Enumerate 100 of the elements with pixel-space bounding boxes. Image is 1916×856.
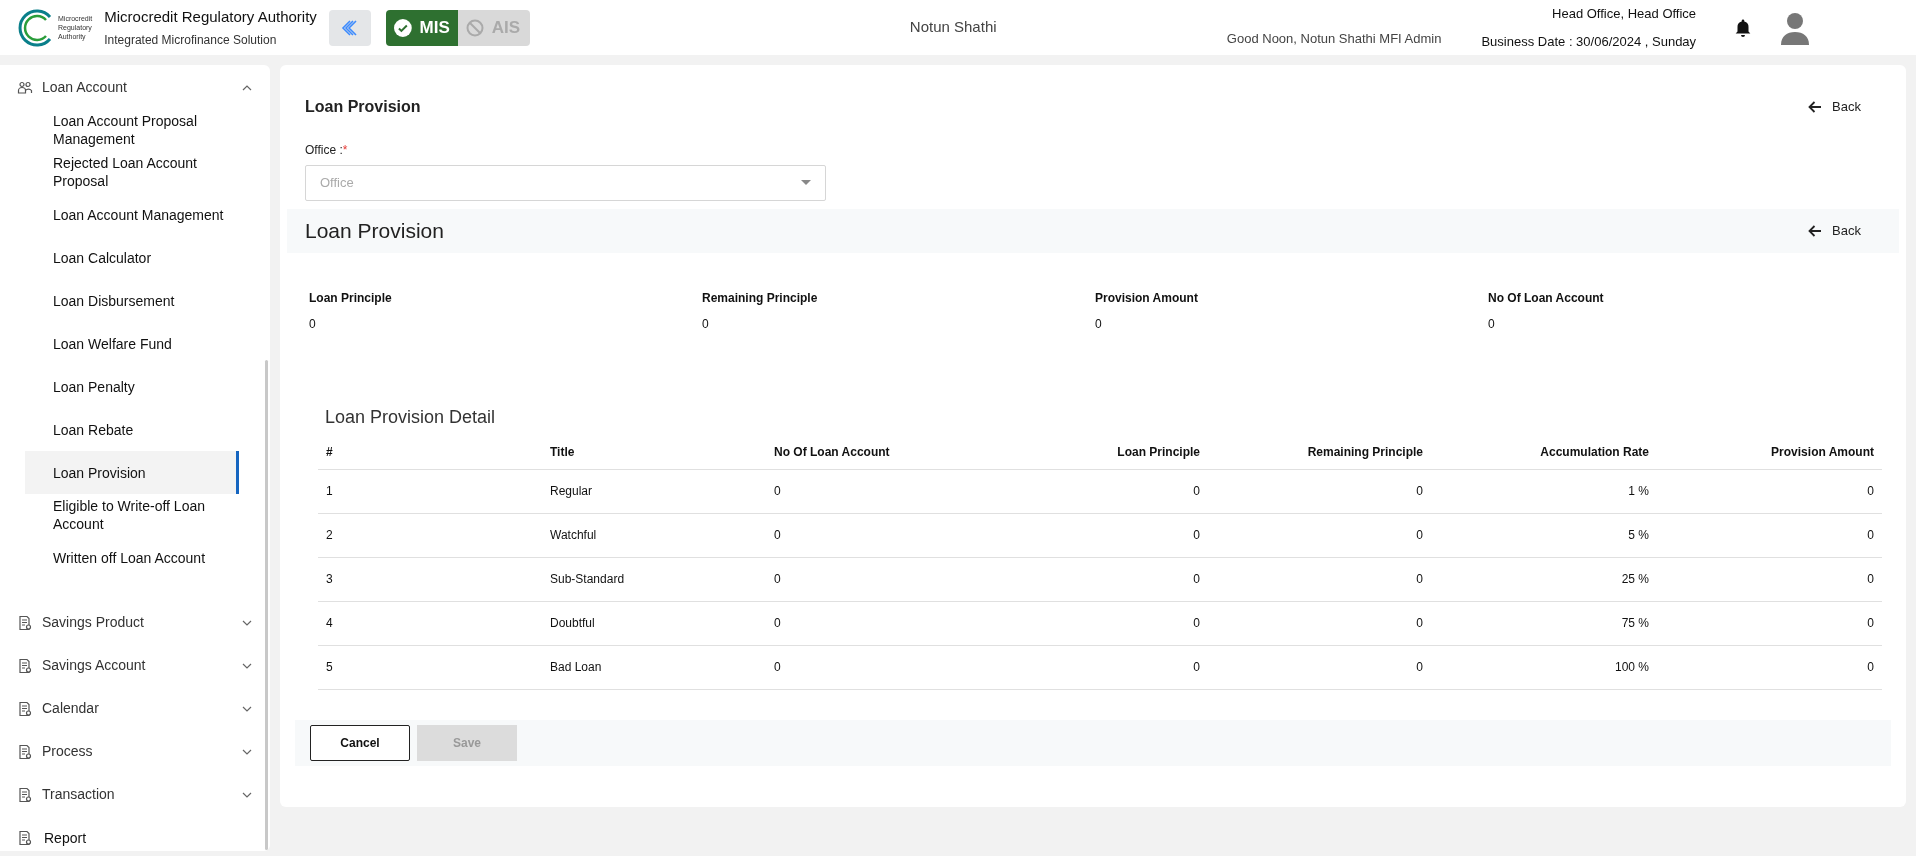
table-cell: 0 (1208, 557, 1431, 601)
table-cell: 100 % (1431, 645, 1657, 689)
table-cell: 0 (766, 469, 990, 513)
table-cell: 0 (766, 513, 990, 557)
column-header: # (318, 435, 542, 469)
company-name: Notun Shathi (909, 17, 998, 38)
sidebar-group[interactable]: Loan Account (0, 66, 270, 109)
column-header: Remaining Principle (1208, 435, 1431, 469)
collapse-sidebar-button[interactable] (328, 9, 371, 46)
check-circle-icon (393, 18, 412, 37)
summary-value: 0 (309, 316, 317, 333)
column-header: Provision Amount (1657, 435, 1882, 469)
page-title: Loan Provision (305, 97, 421, 117)
sidebar-item[interactable]: Loan Account Management (25, 193, 239, 236)
column-header: No Of Loan Account (766, 435, 990, 469)
summary-value: 0 (1095, 316, 1103, 333)
column-header: Loan Principle (990, 435, 1208, 469)
business-date: Business Date : 30/06/2024 , Sunday (1481, 32, 1697, 51)
table-cell: 3 (318, 557, 542, 601)
sidebar-item[interactable]: Rejected Loan Account Proposal (25, 151, 239, 193)
summary-label: Remaining Principle (702, 290, 819, 307)
prohibited-icon (465, 18, 484, 37)
module-tab[interactable]: MIS (385, 9, 458, 46)
sidebar-label: Savings Account (42, 656, 147, 675)
back-button[interactable]: Back (1807, 221, 1861, 241)
sidebar-item[interactable]: Loan Account Proposal Management (25, 109, 239, 151)
people-icon (17, 79, 33, 96)
summary-value: 0 (1488, 316, 1496, 333)
sidebar-group[interactable]: Process (0, 730, 270, 773)
summary-label: Provision Amount (1095, 290, 1199, 307)
sidebar-item[interactable]: Loan Penalty (25, 365, 239, 408)
table-title: Loan Provision Detail (325, 406, 497, 429)
table-cell: 0 (990, 469, 1208, 513)
table-cell: 25 % (1431, 557, 1657, 601)
sidebar-item[interactable]: Loan Provision (25, 451, 239, 494)
table-cell: Doubtful (542, 601, 766, 645)
sidebar-item[interactable]: Written off Loan Account (25, 536, 239, 579)
table-cell: 0 (1657, 645, 1882, 689)
sidebar-item[interactable]: Loan Calculator (25, 236, 239, 279)
sidebar-label: Loan Account (42, 78, 128, 97)
summary-label: Loan Principle (309, 290, 393, 307)
table-cell: 2 (318, 513, 542, 557)
table-cell: Regular (542, 469, 766, 513)
sidebar-group[interactable]: Transaction (0, 773, 270, 816)
arrow-left-icon (1807, 99, 1824, 115)
table-cell: Bad Loan (542, 645, 766, 689)
sidebar-link[interactable]: Report (0, 816, 270, 851)
document-icon (17, 743, 33, 760)
table-cell: 0 (1657, 601, 1882, 645)
table-cell: 0 (1208, 469, 1431, 513)
sidebar-item[interactable]: Eligible to Write-off Loan Account (25, 494, 239, 536)
summary-value: 0 (702, 316, 710, 333)
document-icon (17, 830, 33, 846)
sidebar-group[interactable]: Savings Product (0, 601, 270, 644)
column-header: Title (542, 435, 766, 469)
notification-bell-icon[interactable] (1734, 17, 1753, 38)
sidebar-label: Report (44, 828, 88, 848)
table-cell: 0 (990, 513, 1208, 557)
sidebar-label: Transaction (42, 785, 116, 804)
table-cell: 0 (1208, 601, 1431, 645)
table-cell: 0 (1657, 469, 1882, 513)
organization-subtitle: Integrated Microfinance Solution (104, 31, 278, 49)
sidebar-group[interactable]: Calendar (0, 687, 270, 730)
table-cell: 75 % (1431, 601, 1657, 645)
table-cell: 0 (1208, 645, 1431, 689)
arrow-left-icon (1807, 223, 1824, 239)
document-icon (17, 786, 33, 803)
table-cell: 1 (318, 469, 542, 513)
table-cell: Sub-Standard (542, 557, 766, 601)
table-cell: 5 (318, 645, 542, 689)
table-cell: 0 (766, 601, 990, 645)
user-avatar-icon[interactable] (1780, 10, 1811, 45)
sidebar-item[interactable]: Loan Disbursement (25, 279, 239, 322)
back-button[interactable]: Back (1807, 97, 1861, 117)
table-cell: 5 % (1431, 513, 1657, 557)
action-button[interactable]: Cancel (310, 724, 410, 761)
table-cell: 0 (990, 601, 1208, 645)
sidebar-label: Calendar (42, 699, 100, 718)
table-cell: 0 (766, 557, 990, 601)
table-cell: 0 (1657, 513, 1882, 557)
table-cell: 4 (318, 601, 542, 645)
sidebar-group[interactable]: Savings Account (0, 644, 270, 687)
sidebar-label: Process (42, 742, 94, 761)
table-cell: 1 % (1431, 469, 1657, 513)
document-icon (17, 657, 33, 674)
sidebar-item[interactable]: Loan Welfare Fund (25, 322, 239, 365)
sidebar-item[interactable]: Loan Rebate (25, 408, 239, 451)
greeting-text: Good Noon, Notun Shathi MFI Admin (1226, 29, 1442, 48)
organization-name: Microcredit Regulatory Authority (104, 7, 317, 28)
document-icon (17, 700, 33, 717)
table-cell: 0 (766, 645, 990, 689)
caret-icon (801, 180, 811, 186)
table-cell: 0 (990, 557, 1208, 601)
column-header: Accumulation Rate (1431, 435, 1657, 469)
table-cell: 0 (990, 645, 1208, 689)
sidebar-label: Savings Product (42, 613, 145, 632)
scrollbar-thumb[interactable] (265, 360, 268, 850)
table-cell: 0 (1208, 513, 1431, 557)
summary-label: No Of Loan Account (1488, 290, 1605, 307)
office-label: Office :* (305, 142, 349, 159)
